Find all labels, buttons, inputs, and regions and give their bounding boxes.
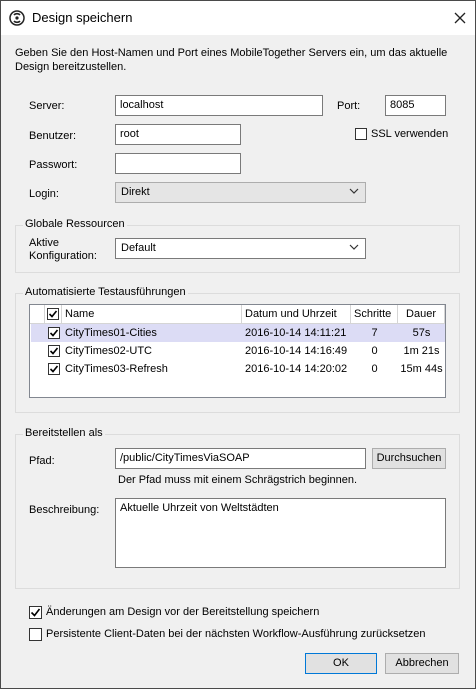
ssl-checkbox[interactable] — [355, 128, 367, 140]
test-duration: 57s — [412, 327, 431, 339]
reset-client-data-label: Persistente Client-Daten bei der nächste… — [46, 628, 426, 640]
cancel-button[interactable]: Abbrechen — [385, 653, 459, 674]
chevron-down-icon — [349, 186, 359, 196]
path-hint: Der Pfad muss mit einem Schrägstrich beg… — [118, 474, 358, 486]
active-config-label-line1: Aktive — [29, 237, 59, 249]
select-all-checkbox[interactable] — [47, 308, 59, 320]
test-runs-title: Automatisierte Testausführungen — [23, 286, 188, 298]
test-runs-table: Name Datum und Uhrzeit Schritte Dauer Ci… — [29, 304, 446, 398]
row-checkbox[interactable] — [48, 327, 60, 339]
intro-text: Geben Sie den Host-Namen und Port eines … — [15, 47, 448, 73]
global-resources-title: Globale Ressourcen — [23, 218, 127, 230]
login-select[interactable]: Direkt — [115, 182, 366, 203]
password-input[interactable] — [115, 153, 241, 174]
table-header-datetime[interactable]: Datum und Uhrzeit — [242, 305, 351, 324]
reset-client-data-checkbox[interactable] — [29, 628, 42, 641]
test-name: CityTimes03-Refresh — [65, 363, 168, 375]
table-row[interactable]: CityTimes03-Refresh 2016-10-14 14:20:02 … — [31, 360, 445, 378]
save-changes-label: Änderungen am Design vor der Bereitstell… — [46, 606, 320, 618]
description-textarea[interactable]: Aktuelle Uhrzeit von Weltstädten — [115, 498, 446, 568]
test-datetime: 2016-10-14 14:11:21 — [245, 327, 347, 339]
window-title: Design speichern — [32, 10, 133, 25]
active-config-label-line2: Konfiguration: — [29, 250, 97, 262]
server-label: Server: — [29, 100, 65, 112]
active-config-select-value: Default — [121, 242, 156, 254]
ok-button[interactable]: OK — [305, 653, 377, 674]
test-steps: 0 — [371, 345, 378, 357]
login-label: Login: — [29, 188, 59, 200]
title-bar: Design speichern — [1, 1, 475, 35]
path-label: Pfad: — [29, 455, 55, 467]
test-steps: 0 — [371, 363, 378, 375]
password-label: Passwort: — [29, 159, 78, 171]
table-row[interactable]: CityTimes02-UTC 2016-10-14 14:16:49 0 1m… — [31, 342, 445, 360]
design-save-dialog: Design speichern Geben Sie den Host-Name… — [0, 0, 476, 689]
test-duration: 1m 21s — [403, 345, 440, 357]
test-steps: 7 — [371, 327, 378, 339]
table-header-checkbox-column — [45, 305, 62, 324]
save-changes-checkbox[interactable] — [29, 606, 42, 619]
description-label: Beschreibung: — [29, 504, 100, 516]
port-label: Port: — [337, 100, 361, 112]
browse-button[interactable]: Durchsuchen — [372, 448, 446, 469]
port-input[interactable]: 8085 — [385, 95, 446, 116]
table-row[interactable]: CityTimes01-Cities 2016-10-14 14:11:21 7… — [31, 324, 445, 342]
chevron-down-icon — [349, 242, 359, 252]
table-header-duration[interactable]: Dauer — [398, 305, 445, 324]
server-input[interactable]: localhost — [115, 95, 323, 116]
mobiletogether-app-icon — [9, 10, 25, 26]
user-input[interactable]: root — [115, 124, 241, 145]
row-checkbox[interactable] — [48, 345, 60, 357]
close-icon[interactable] — [453, 7, 467, 30]
test-duration: 15m 44s — [400, 363, 443, 375]
user-label: Benutzer: — [29, 130, 77, 142]
test-datetime: 2016-10-14 14:16:49 — [245, 345, 348, 357]
deploy-title: Bereitstellen als — [23, 427, 105, 439]
path-input[interactable]: /public/CityTimesViaSOAP — [115, 448, 366, 469]
test-datetime: 2016-10-14 14:20:02 — [245, 363, 348, 375]
login-select-value: Direkt — [121, 186, 150, 198]
active-config-select[interactable]: Default — [115, 238, 366, 259]
test-name: CityTimes01-Cities — [65, 327, 157, 339]
table-header-name[interactable]: Name — [62, 305, 242, 324]
test-name: CityTimes02-UTC — [65, 345, 152, 357]
table-header-blank — [30, 305, 45, 324]
table-header-steps[interactable]: Schritte — [351, 305, 398, 324]
row-checkbox[interactable] — [48, 363, 60, 375]
ssl-label: SSL verwenden — [371, 128, 449, 140]
